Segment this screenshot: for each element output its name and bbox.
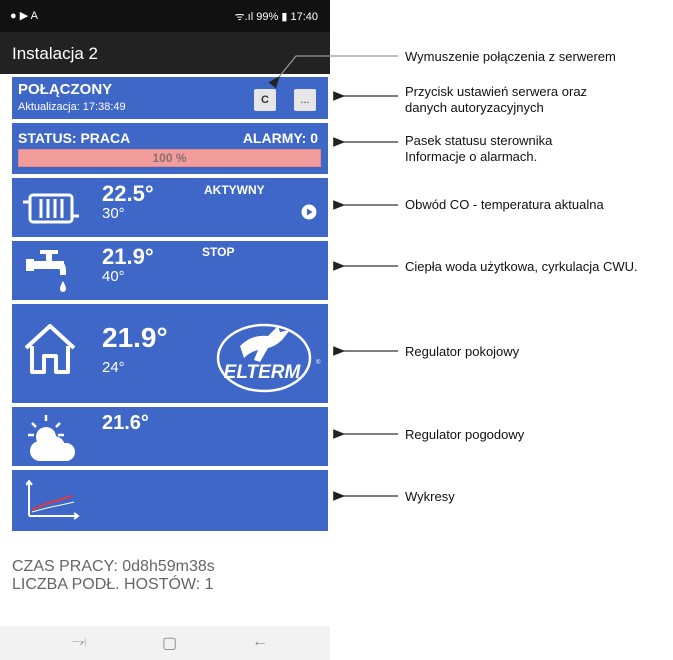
controller-status-card: STATUS: PRACA ALARMY: 0 100 %	[12, 123, 328, 174]
battery-icon: ▮	[281, 11, 288, 23]
annotation-room: Regulator pokojowy	[405, 344, 520, 359]
play-icon[interactable]	[301, 204, 317, 220]
room-set-temp: 24°	[102, 359, 125, 376]
cwu-current-temp: 21.9°	[102, 244, 154, 269]
annotation-server-settings-2: danych autoryzacyjnych	[405, 100, 544, 115]
svg-text:®: ®	[316, 359, 321, 366]
co-set-temp: 30°	[102, 205, 125, 222]
navigation-bar: ⥗ ▢ ←	[0, 626, 330, 660]
clock: 17:40	[290, 11, 318, 23]
last-update: Aktualizacja: 17:38:49	[18, 101, 126, 113]
connection-status: POŁĄCZONY	[18, 81, 113, 98]
co-current-temp: 22.5°	[102, 181, 154, 206]
status-bar: ● ▶ A ᯤ.ıl 99% ▮ 17:40	[0, 0, 330, 32]
signal-icon: ᯤ.ıl	[234, 11, 254, 23]
room-current-temp: 21.9°	[102, 322, 168, 353]
battery-level: 99%	[256, 11, 279, 23]
alarms-count: ALARMY: 0	[242, 130, 318, 146]
annotation-weather: Regulator pogodowy	[405, 427, 525, 442]
annotation-co: Obwód CO - temperatura aktualna	[405, 197, 604, 212]
annotation-force-connect: Wymuszenie połączenia z serwerem	[405, 49, 616, 64]
elterm-logo: ELTERM ®	[216, 323, 321, 393]
status-left-icons: ● ▶ A	[10, 9, 38, 22]
annotation-charts: Wykresy	[405, 489, 455, 504]
controller-status: STATUS: PRACA	[18, 130, 131, 146]
co-circuit-card[interactable]: 22.5° 30° AKTYWNY	[12, 178, 328, 237]
status-right: ᯤ.ıl 99% ▮ 17:40	[235, 9, 318, 24]
server-settings-button[interactable]: ...	[294, 89, 316, 111]
room-regulator-card[interactable]: 21.9° 24° ELTERM ®	[12, 304, 328, 403]
app-bar: Instalacja 2	[0, 32, 330, 74]
annotation-server-settings-1: Przycisk ustawień serwera oraz	[405, 84, 588, 99]
weather-regulator-card[interactable]: 21.6°	[12, 407, 328, 466]
uptime: CZAS PRACY: 0d8h59m38s	[12, 558, 215, 575]
logo-text: ELTERM	[224, 362, 302, 383]
connection-card[interactable]: POŁĄCZONY Aktualizacja: 17:38:49 C ...	[12, 77, 328, 119]
back-icon[interactable]: ←	[252, 633, 268, 651]
recent-apps-icon[interactable]: ⥗	[72, 633, 86, 651]
progress-label: 100 %	[152, 151, 187, 165]
sun-cloud-icon	[28, 415, 75, 461]
annotation-status-1: Pasek statusu sterownika	[405, 133, 553, 148]
annotation-cwu: Ciepła woda użytkowa, cyrkulacja CWU.	[405, 259, 638, 274]
notification-icons: ● ▶ A	[10, 10, 38, 22]
radiator-icon	[23, 193, 79, 224]
hosts-count: LICZBA PODŁ. HOSTÓW: 1	[12, 576, 214, 593]
cwu-set-temp: 40°	[102, 268, 125, 285]
cwu-state: STOP	[202, 245, 235, 259]
tap-icon	[26, 250, 66, 292]
charts-card[interactable]	[12, 470, 328, 531]
progress-bar: 100 %	[18, 149, 321, 167]
co-state: AKTYWNY	[204, 183, 265, 197]
home-icon[interactable]: ▢	[162, 633, 177, 653]
phone-screen: ● ▶ A ᯤ.ıl 99% ▮ 17:40 Instalacja 2 POŁĄ…	[0, 0, 330, 660]
reconnect-button[interactable]: C	[254, 89, 276, 111]
app-title: Instalacja 2	[12, 44, 98, 63]
house-icon	[24, 324, 76, 374]
weather-temp: 21.6°	[102, 412, 149, 434]
cwu-circuit-card[interactable]: 21.9° 40° STOP	[12, 241, 328, 300]
chart-icon	[26, 480, 80, 520]
annotation-status-2: Informacje o alarmach.	[405, 149, 538, 164]
